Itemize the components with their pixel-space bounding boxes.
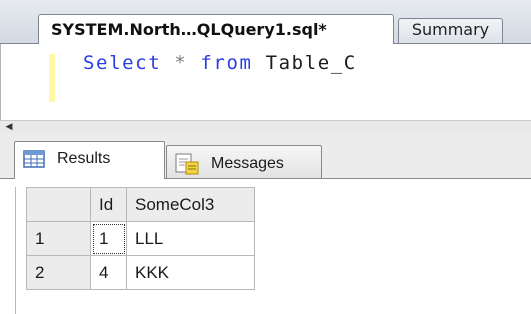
tab-summary-label: Summary — [411, 20, 490, 39]
asterisk-operator: * — [174, 52, 188, 74]
grid-icon — [23, 149, 45, 179]
grid-header-row: Id SomeCol3 — [26, 187, 255, 222]
tab-results-label: Results — [57, 150, 111, 167]
tab-summary[interactable]: Summary — [398, 18, 503, 44]
table-identifier: Table_C — [265, 52, 357, 74]
tab-sqlquery1[interactable]: SYSTEM.North…QLQuery1.sql* — [38, 14, 394, 44]
tab-results[interactable]: Results — [14, 141, 165, 179]
results-pane: Results Messages Id SomeCol3 1 1 LLL 2 4… — [0, 133, 531, 314]
tab-messages-label: Messages — [211, 155, 284, 172]
table-row: 2 4 KKK — [26, 255, 255, 290]
messages-icon — [175, 153, 199, 186]
column-header-id[interactable]: Id — [90, 187, 127, 222]
row-number[interactable]: 2 — [26, 255, 91, 290]
grid-cell[interactable]: LLL — [126, 221, 255, 256]
grid-left-border — [15, 187, 16, 314]
changed-line-marker — [49, 54, 55, 102]
editor-horizontal-scrollbar[interactable]: ◀ — [0, 120, 531, 133]
grid-cell[interactable]: KKK — [126, 255, 255, 290]
grid-cell-selected[interactable]: 1 — [90, 221, 127, 256]
tab-sqlquery1-label: SYSTEM.North…QLQuery1.sql* — [51, 20, 327, 39]
row-number[interactable]: 1 — [26, 221, 91, 256]
document-tab-strip: SYSTEM.North…QLQuery1.sql* Summary — [0, 0, 531, 44]
table-row: 1 1 LLL — [26, 221, 255, 256]
results-grid[interactable]: Id SomeCol3 1 1 LLL 2 4 KKK — [26, 187, 255, 290]
keyword-select: Select — [83, 52, 162, 74]
query-editor[interactable]: Select * from Table_C — [0, 44, 531, 120]
tab-messages[interactable]: Messages — [166, 145, 322, 179]
scroll-left-arrow-icon[interactable]: ◀ — [3, 122, 15, 132]
results-tab-strip: Results Messages — [0, 133, 531, 179]
keyword-from: from — [200, 52, 253, 74]
grid-cell[interactable]: 4 — [90, 255, 127, 290]
column-header-somecol3[interactable]: SomeCol3 — [126, 187, 255, 222]
grid-corner-cell[interactable] — [26, 187, 91, 222]
query-line[interactable]: Select * from Table_C — [83, 52, 357, 74]
